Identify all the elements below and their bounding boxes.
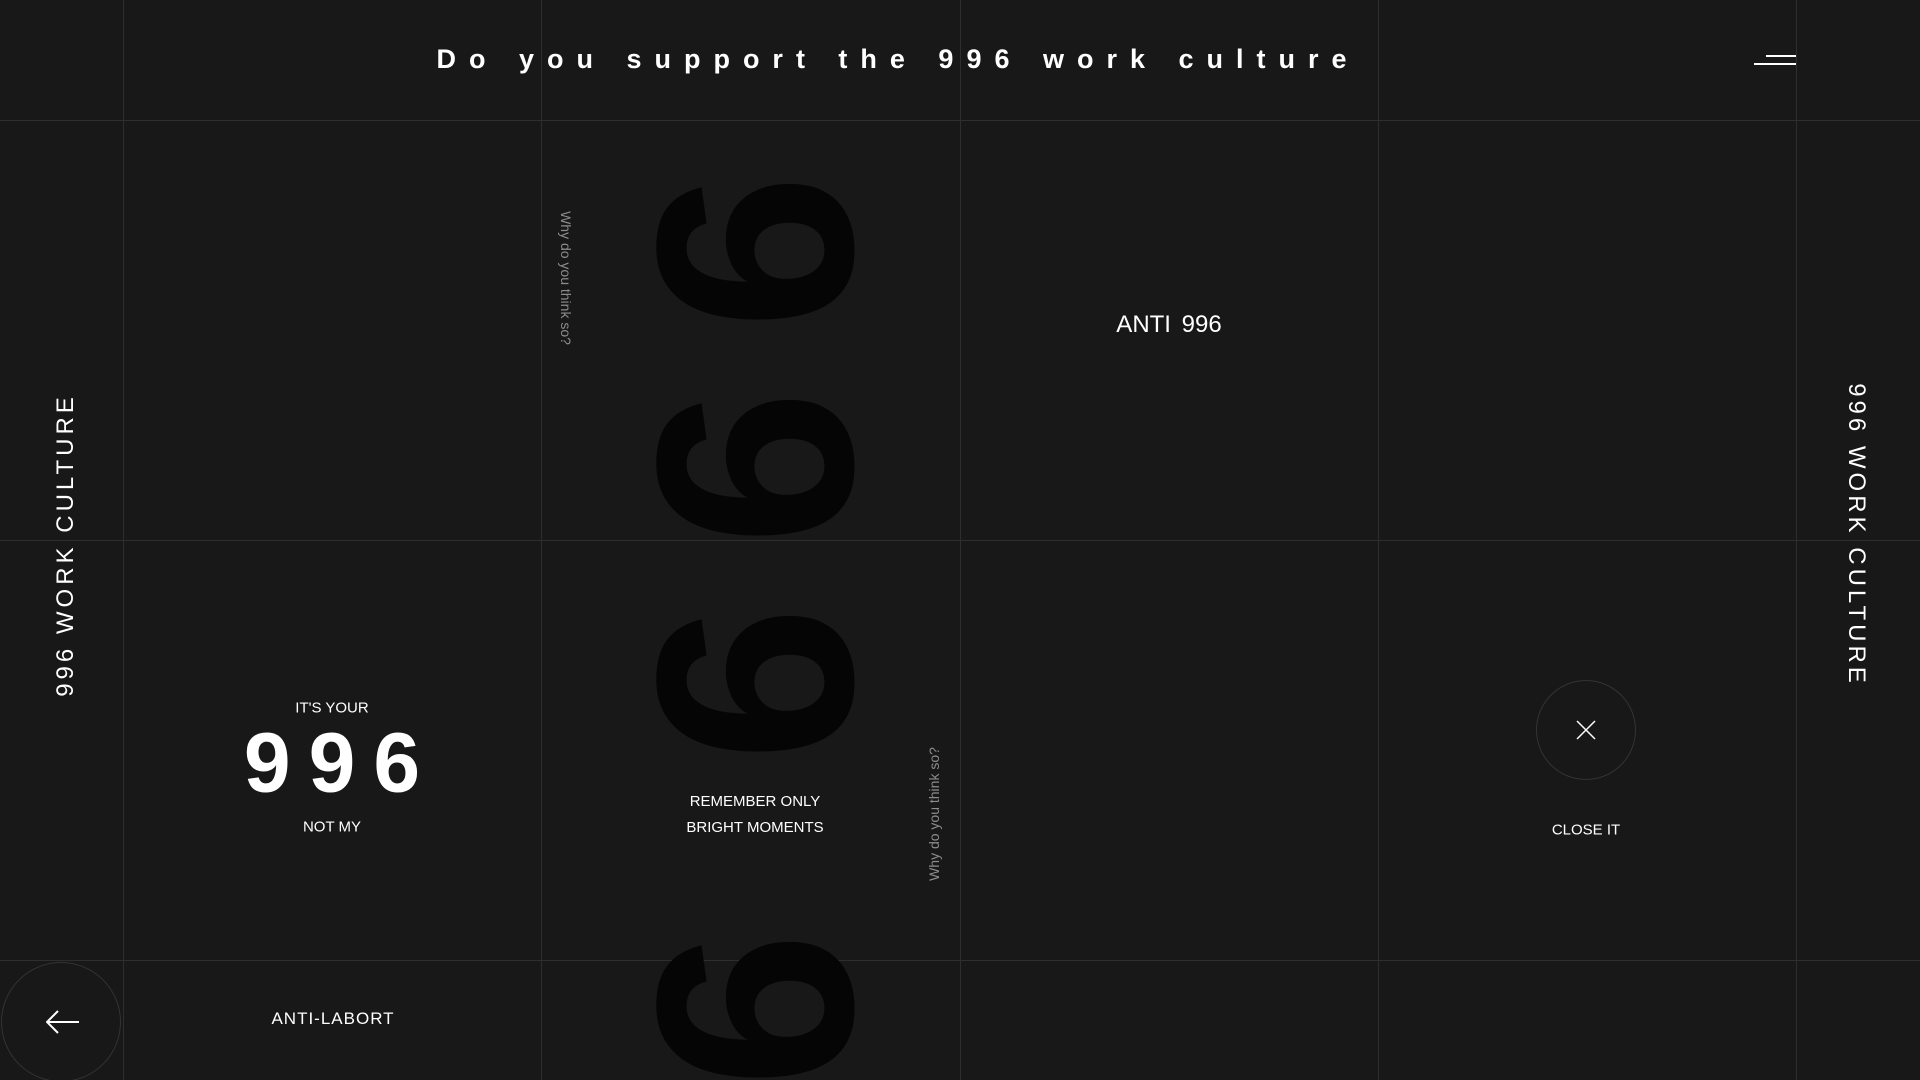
grid-line-horizontal [0,960,1920,961]
arrow-left-icon [46,1010,79,1034]
menu-icon-line [1766,55,1796,57]
side-label-left: 996 WORK CULTURE [52,393,79,697]
big-digit: 9 [599,932,911,1080]
close-button[interactable] [1536,680,1636,780]
question-text-lower: Why do you think so? [926,747,942,881]
anti-labort-link[interactable]: ANTI-LABORT [271,1009,394,1029]
close-label[interactable]: CLOSE IT [1552,822,1620,839]
menu-icon-line [1754,63,1796,65]
page-title: Do you support the 996 work culture [436,44,1360,74]
remember-line-1: REMEMBER ONLY [689,793,821,810]
grid-line-horizontal [0,540,1920,541]
remember-line-2: BRIGHT MOMENTS [686,819,824,836]
big-digit: 9 [599,606,911,762]
page: 9 9 9 9 Do you support the 996 work cult… [0,0,1920,1080]
menu-icon[interactable] [1754,53,1796,67]
close-icon [1576,720,1596,740]
big-digit: 9 [599,174,911,330]
promo-number: 996 [243,715,439,810]
back-button[interactable] [1,962,121,1080]
grid-line-horizontal [0,120,1920,121]
anti-996-label: ANTI 996 [1116,311,1222,338]
remember-text: REMEMBER ONLY BRIGHT MOMENTS [686,789,823,841]
big-digit: 9 [599,390,911,546]
side-label-right: 996 WORK CULTURE [1843,383,1870,687]
question-text-upper: Why do you think so? [558,211,574,345]
promo-bottom-text: NOT MY [302,818,362,836]
